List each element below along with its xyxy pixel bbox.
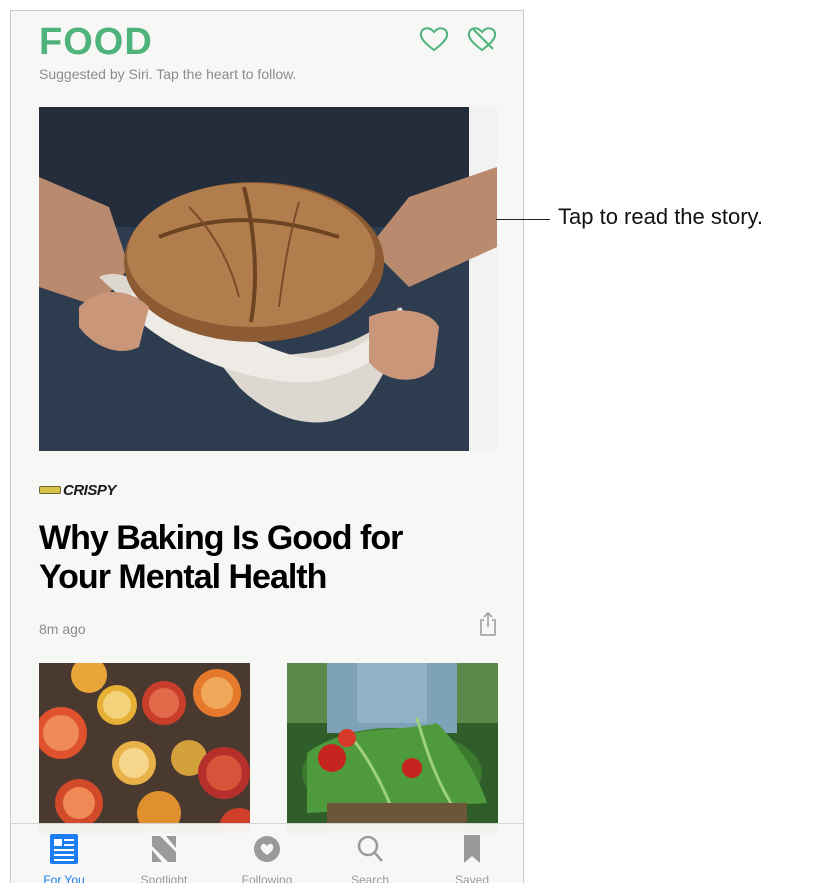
publisher-logo[interactable]: CRISPY — [39, 479, 116, 501]
tab-label: Spotlight — [140, 873, 188, 883]
tab-label: Saved — [454, 873, 490, 883]
follow-heart-button[interactable] — [419, 25, 449, 53]
story-timestamp: 8m ago — [39, 621, 86, 637]
callout-text: Tap to read the story. — [558, 204, 764, 229]
tab-saved[interactable]: Saved — [427, 824, 517, 883]
search-icon — [357, 835, 383, 862]
following-icon — [254, 836, 280, 862]
tab-search[interactable]: Search — [325, 824, 415, 883]
spotlight-icon — [152, 836, 176, 862]
publisher-name: CRISPY — [63, 481, 116, 499]
bread-photo — [39, 107, 497, 451]
news-app-screen: FOOD Suggested by Siri. Tap the heart to… — [10, 10, 524, 883]
saved-icon — [464, 835, 480, 863]
story-thumbnail-citrus[interactable] — [39, 663, 250, 833]
story-image[interactable] — [39, 107, 497, 451]
vegetables-photo — [287, 663, 498, 833]
publisher-mark — [39, 486, 61, 494]
tab-label: Search — [350, 873, 390, 883]
section-title: FOOD — [39, 21, 153, 63]
story-thumbnail-vegetables[interactable] — [287, 663, 498, 833]
tab-for-you[interactable]: For You — [19, 824, 109, 883]
tab-label: For You — [43, 873, 85, 883]
tab-bar: For You Spotlight Following Search Saved — [11, 823, 523, 883]
for-you-icon — [50, 834, 78, 864]
heart-outline-icon — [419, 27, 449, 52]
callout-line — [496, 219, 550, 220]
section-subtitle: Suggested by Siri. Tap the heart to foll… — [39, 66, 297, 82]
tab-spotlight[interactable]: Spotlight — [119, 824, 209, 883]
citrus-photo — [39, 663, 250, 833]
block-heart-button[interactable] — [467, 25, 497, 53]
share-icon — [480, 611, 496, 636]
tab-label: Following — [241, 873, 293, 883]
tab-following[interactable]: Following — [222, 824, 312, 883]
share-button[interactable] — [477, 611, 499, 637]
story-headline[interactable]: Why Baking Is Good for Your Mental Healt… — [39, 519, 469, 597]
heart-crossed-icon — [467, 27, 497, 52]
